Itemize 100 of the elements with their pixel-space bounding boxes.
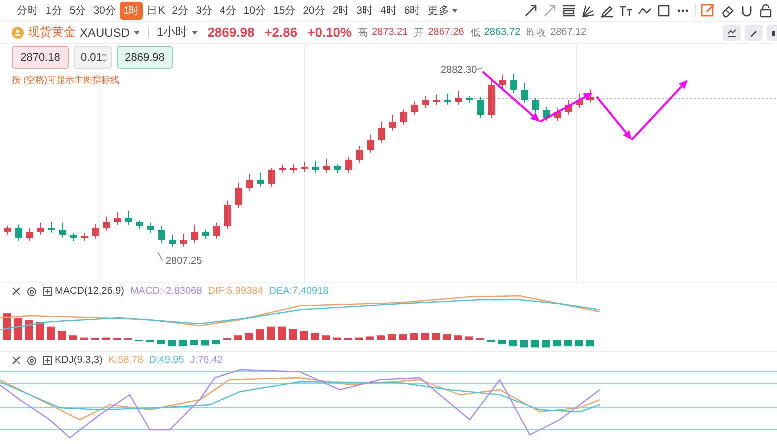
candlestick	[224, 200, 232, 230]
histogram-bar	[47, 326, 55, 340]
percent-change: +0.10%	[308, 25, 352, 40]
histogram-bar	[399, 334, 407, 340]
caret-icon	[452, 8, 458, 13]
rectangle-icon[interactable]	[657, 4, 671, 18]
histogram-bar	[443, 334, 451, 340]
candlestick	[478, 96, 484, 118]
candlestick	[390, 114, 396, 132]
candlestick	[378, 122, 386, 144]
candlestick	[566, 100, 572, 116]
histogram-bar	[168, 340, 176, 347]
period-tab[interactable]: 30分	[90, 2, 120, 20]
candlestick	[60, 222, 66, 238]
spinner-arrows-icon	[102, 52, 107, 64]
candlestick	[510, 74, 518, 94]
candlestick	[192, 224, 198, 244]
price-change: +2.86	[264, 25, 298, 40]
candlestick	[214, 222, 220, 240]
candlestick	[400, 110, 408, 126]
candlestick	[280, 164, 286, 174]
histogram-bar	[69, 336, 77, 340]
low-price-label: 2807.25	[166, 256, 202, 267]
stat-value: 2863.72	[484, 27, 521, 38]
candlestick	[148, 222, 154, 234]
period-tab[interactable]: 1分	[43, 2, 66, 20]
candlestick	[554, 108, 562, 122]
expand-icon[interactable]	[43, 287, 52, 296]
candlestick	[70, 232, 78, 242]
period-tab[interactable]: 3分	[193, 2, 216, 20]
histogram-bar	[498, 340, 506, 344]
symbol-dropdown[interactable]: XAUUSD	[80, 26, 140, 40]
period-tab[interactable]: 分时	[14, 2, 42, 20]
price-label-icon[interactable]	[562, 4, 576, 18]
period-tab[interactable]: 10分	[240, 2, 270, 20]
period-tab[interactable]: 20分	[300, 2, 329, 20]
candlestick	[92, 224, 100, 240]
edit-icon[interactable]	[701, 3, 716, 18]
histogram-bar	[322, 336, 330, 340]
interval-dropdown[interactable]: 1小时	[157, 24, 198, 42]
arrow-icon[interactable]	[524, 4, 538, 18]
text-size-icon[interactable]	[619, 4, 633, 18]
settings-icon[interactable]	[27, 356, 37, 366]
histogram-bar	[542, 340, 550, 348]
indicator-value: DEA:7.40918	[269, 286, 329, 297]
candlestick	[38, 222, 44, 236]
histogram-bar	[14, 318, 22, 340]
histogram-bar	[366, 336, 374, 340]
histogram-bar	[102, 338, 110, 340]
candlestick	[302, 162, 308, 172]
lot-spinner[interactable]: 0.01	[74, 46, 112, 69]
histogram-bar	[586, 340, 594, 347]
histogram-bar	[80, 338, 88, 340]
histogram-bar	[432, 333, 440, 340]
candlestick	[532, 98, 540, 114]
candlestick	[444, 94, 452, 106]
eraser-icon[interactable]	[721, 4, 735, 18]
period-tab[interactable]: 4时	[378, 2, 400, 20]
candlestick	[16, 224, 22, 242]
candlestick	[258, 172, 264, 188]
magnet-icon[interactable]	[740, 4, 754, 18]
lock-icon[interactable]	[759, 4, 773, 18]
candlestick	[312, 160, 320, 174]
histogram-bar	[509, 340, 517, 347]
histogram-bar	[311, 333, 319, 340]
close-icon[interactable]	[12, 287, 21, 296]
candlestick	[576, 94, 584, 108]
leader-line	[158, 252, 164, 262]
settings-icon[interactable]	[27, 286, 37, 296]
candlestick	[26, 228, 34, 242]
period-tab[interactable]: 6时	[401, 2, 424, 20]
histogram-bar	[278, 326, 286, 340]
candlestick	[126, 210, 132, 226]
buy-price-button[interactable]: 2869.98	[117, 46, 173, 69]
expand-icon[interactable]	[43, 356, 52, 365]
histogram-bar	[454, 336, 462, 340]
draw-button[interactable]	[745, 24, 763, 41]
histogram-bar	[256, 329, 264, 340]
histogram-bar	[531, 340, 539, 348]
pencil-icon[interactable]	[600, 4, 614, 18]
sell-price-button[interactable]: 2870.18	[12, 46, 69, 69]
histogram-bar	[267, 326, 275, 340]
histogram-bar	[36, 322, 44, 340]
period-tab[interactable]: 4分	[216, 2, 240, 20]
indicator-button[interactable]	[723, 24, 741, 41]
period-tab[interactable]: 15分	[270, 2, 300, 20]
candlestick	[488, 80, 496, 118]
period-tab[interactable]: 5分	[66, 2, 90, 20]
period-tab[interactable]: 更多	[425, 2, 462, 20]
histogram-bar	[333, 338, 341, 340]
period-tab[interactable]: 日K	[144, 2, 168, 20]
last-price: 2869.98	[208, 25, 255, 40]
period-tab[interactable]: 2分	[169, 2, 192, 20]
histogram-bar	[388, 334, 396, 340]
period-tab[interactable]: 3时	[354, 2, 377, 20]
period-tab[interactable]: 2时	[330, 2, 353, 20]
histogram-bar	[58, 331, 66, 340]
candlestick	[456, 90, 462, 106]
close-icon[interactable]	[12, 356, 21, 365]
fan-icon[interactable]	[581, 4, 595, 18]
